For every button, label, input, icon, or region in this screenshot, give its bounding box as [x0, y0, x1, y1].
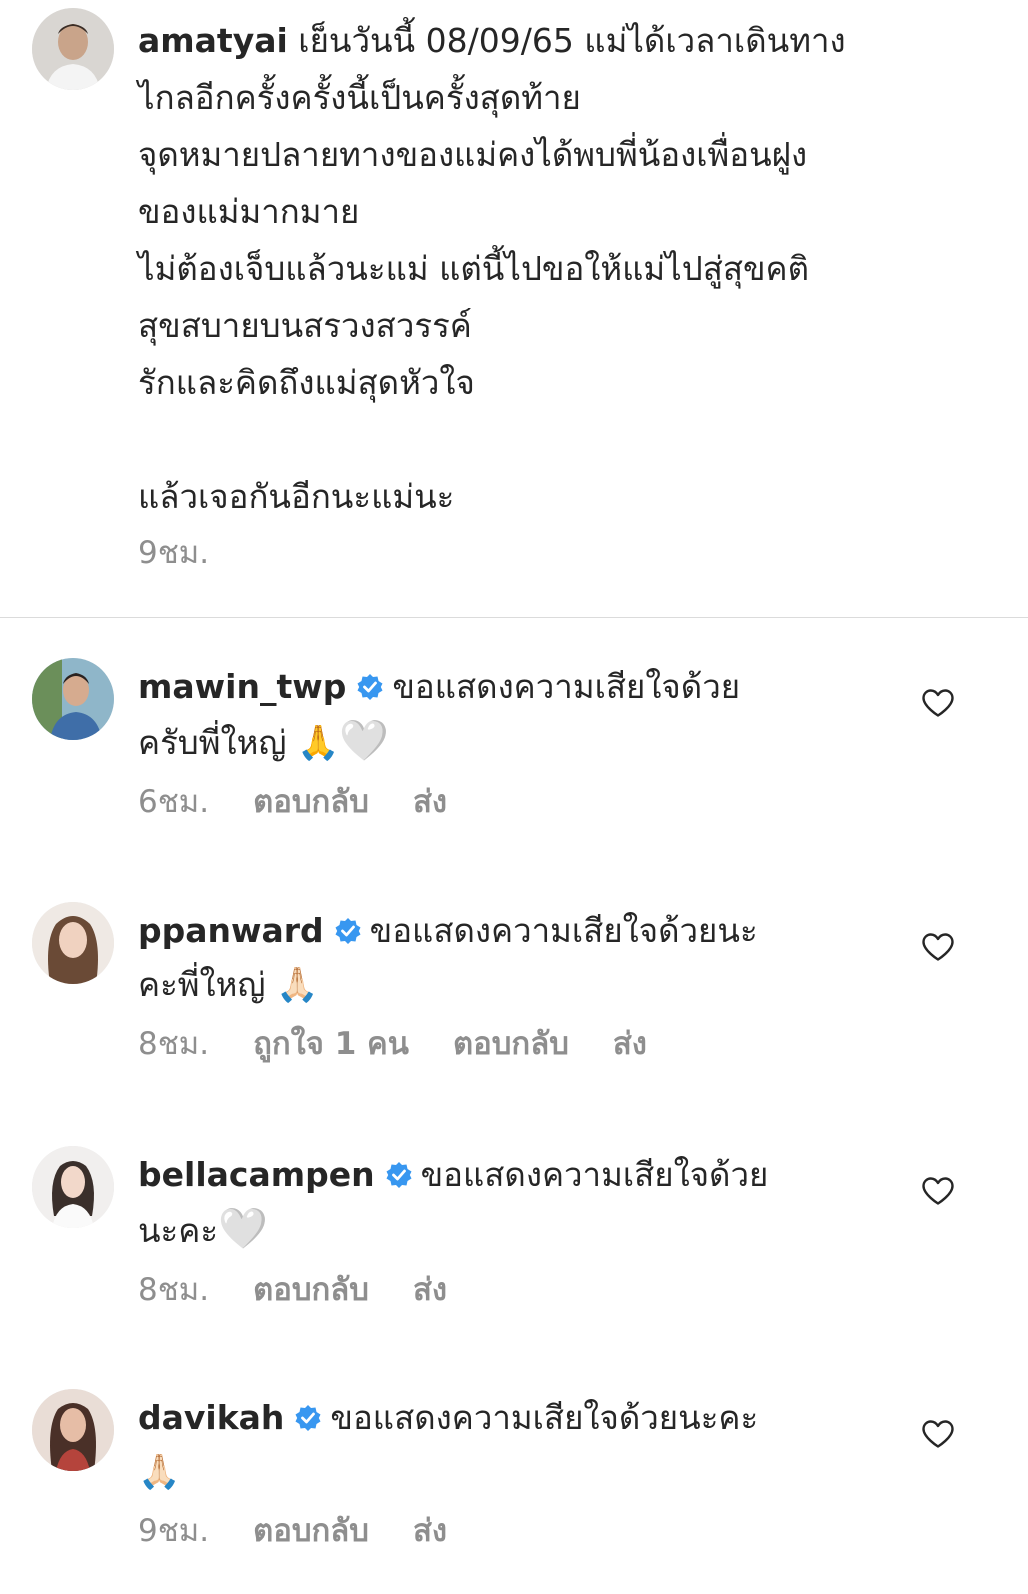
comment-timestamp: 8ชม. [138, 1272, 210, 1308]
comment-timestamp: 8ชม. [138, 1026, 210, 1062]
verified-badge-icon [295, 1405, 321, 1431]
avatar-photo [32, 902, 114, 984]
send-button[interactable]: ส่ง [413, 784, 447, 820]
comment-username[interactable]: davikah [138, 1398, 284, 1437]
caption-gap [138, 411, 998, 468]
send-button[interactable]: ส่ง [413, 1272, 447, 1308]
avatar-amatyai[interactable] [32, 8, 114, 90]
divider [0, 617, 1028, 618]
avatar-photo [32, 8, 114, 90]
avatar-davikah[interactable] [32, 1389, 114, 1471]
avatar-mawin-twp[interactable] [32, 658, 114, 740]
caption-line: เย็นวันนี้ 08/09/65 แม่ได้เวลาเดินทาง [298, 21, 846, 60]
verified-badge-icon [386, 1162, 412, 1188]
caption-line: สุขสบายบนสรวงสวรรค์ [138, 306, 472, 345]
caption-line: รักและคิดถึงแม่สุดหัวใจ [138, 363, 475, 402]
praying-hands-emoji: 🙏🏻 [138, 1452, 181, 1492]
avatar-bellacampen[interactable] [32, 1146, 114, 1228]
caption-line: ไกลอีกครั้งครั้งนี้เป็นครั้งสุดท้าย [138, 78, 581, 117]
like-heart-icon[interactable] [921, 688, 955, 718]
send-button[interactable]: ส่ง [413, 1513, 447, 1549]
comment-text: ขอแสดงความเสียใจด้วยนะคะ [330, 1398, 759, 1437]
comment-username[interactable]: ppanward [138, 911, 324, 950]
reply-button[interactable]: ตอบกลับ [253, 1513, 369, 1549]
comment-username[interactable]: mawin_twp [138, 667, 346, 706]
comment-body: davikah ขอแสดงความเสียใจด้วยนะคะ 🙏🏻 9ชม. ต… [138, 1391, 878, 1551]
comment-text: ขอแสดงความเสียใจด้วย [420, 1155, 769, 1194]
comment-username[interactable]: bellacampen [138, 1155, 375, 1194]
caption-line: จุดหมายปลายทางของแม่คงได้พบพี่น้องเพื่อน… [138, 135, 808, 174]
comment-meta: 9ชม. ตอบกลับ ส่ง [138, 1511, 878, 1551]
comment-meta: 6ชม. ตอบกลับ ส่ง [138, 782, 878, 822]
avatar-photo [32, 1146, 114, 1228]
verified-badge-icon [357, 674, 383, 700]
comment-body: bellacampen ขอแสดงความเสียใจด้วย นะคะ🤍 8ช… [138, 1148, 878, 1310]
caption-line: ของแม่มากมาย [138, 192, 360, 231]
caption-line: ไม่ต้องเจ็บแล้วนะแม่ แต่นี้ไปขอให้แม่ไปส… [138, 249, 810, 288]
send-button[interactable]: ส่ง [613, 1026, 647, 1062]
reply-button[interactable]: ตอบกลับ [253, 1272, 369, 1308]
comment-body: ppanward ขอแสดงความเสียใจด้วยนะ คะพี่ใหญ่… [138, 904, 878, 1064]
praying-hands-emoji: 🙏 [296, 723, 340, 763]
like-heart-icon[interactable] [921, 932, 955, 962]
comment-text: ครับพี่ใหญ่ [138, 723, 287, 762]
comment-body: mawin_twp ขอแสดงความเสียใจด้วย ครับพี่ใหญ… [138, 660, 878, 822]
comment-meta: 8ชม. ตอบกลับ ส่ง [138, 1270, 878, 1310]
comment-text: นะคะ [138, 1211, 219, 1250]
comment-meta: 8ชม. ถูกใจ 1 คน ตอบกลับ ส่ง [138, 1024, 878, 1064]
like-heart-icon[interactable] [921, 1419, 955, 1449]
comment-text: คะพี่ใหญ่ [138, 965, 266, 1004]
reply-button[interactable]: ตอบกลับ [253, 784, 369, 820]
verified-badge-icon [335, 918, 361, 944]
comment-timestamp: 9ชม. [138, 1513, 210, 1549]
avatar-photo [32, 658, 114, 740]
avatar-photo [32, 1389, 114, 1471]
caption-timestamp: 9ชม. [138, 535, 210, 571]
avatar-ppanward[interactable] [32, 902, 114, 984]
post-caption: amatyai เย็นวันนี้ 08/09/65 แม่ได้เวลาเด… [138, 12, 998, 582]
caption-closing: แล้วเจอกันอีกนะแม่นะ [138, 477, 455, 516]
comment-text: ขอแสดงความเสียใจด้วยนะ [369, 911, 758, 950]
like-heart-icon[interactable] [921, 1176, 955, 1206]
comment-text: ขอแสดงความเสียใจด้วย [392, 667, 741, 706]
reply-button[interactable]: ตอบกลับ [453, 1026, 569, 1062]
likes-count-link[interactable]: ถูกใจ 1 คน [253, 1026, 409, 1062]
white-heart-emoji: 🤍 [339, 718, 390, 764]
caption-username[interactable]: amatyai [138, 21, 288, 60]
praying-hands-emoji: 🙏🏻 [276, 965, 319, 1005]
white-heart-emoji: 🤍 [218, 1206, 268, 1252]
comment-timestamp: 6ชม. [138, 784, 210, 820]
